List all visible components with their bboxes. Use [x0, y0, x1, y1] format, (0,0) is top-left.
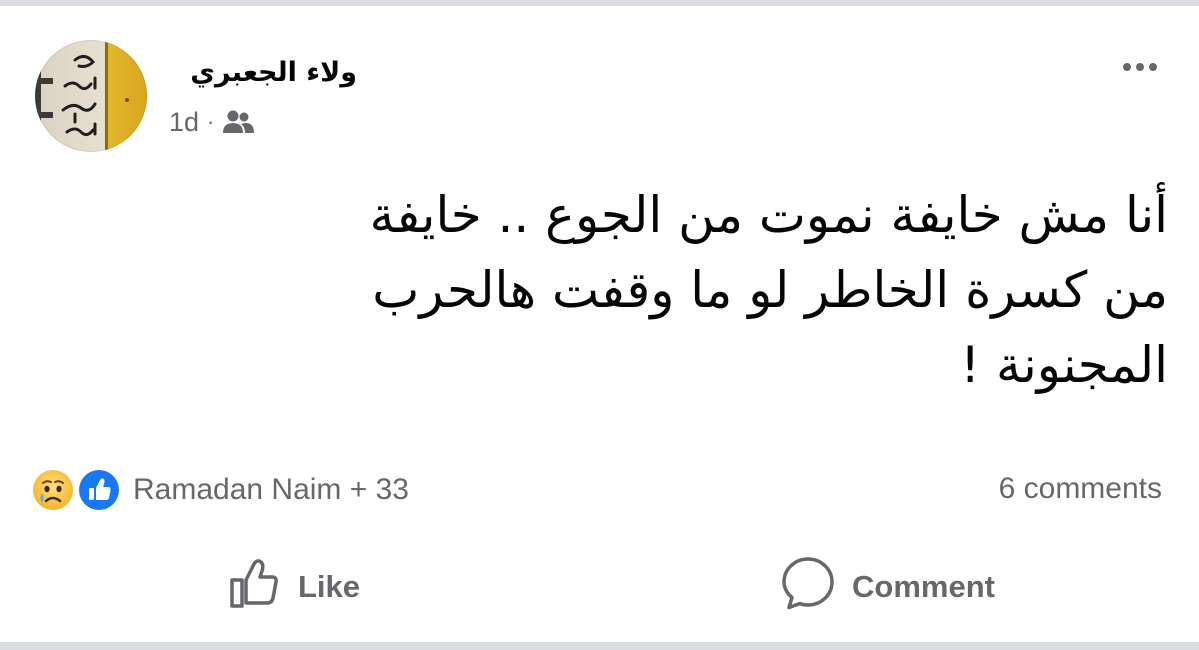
like-reaction-icon: [77, 468, 121, 512]
avatar[interactable]: [35, 40, 147, 152]
author-name[interactable]: ولاء الجعبري: [167, 56, 357, 90]
reaction-icons: [31, 466, 125, 514]
reactors-text[interactable]: Ramadan Naim + 33: [133, 473, 409, 507]
post-text: أنا مش خايفة نموت من الجوع .. خايفة من ك…: [369, 186, 1168, 394]
bottom-edge: [0, 642, 1199, 650]
like-label: Like: [298, 569, 361, 604]
thumbs-up-icon: [228, 556, 282, 618]
post-meta: 1d ·: [169, 106, 255, 138]
comment-button[interactable]: Comment: [780, 555, 995, 619]
friends-icon: [222, 109, 255, 135]
like-button[interactable]: Like: [228, 558, 360, 616]
post-timestamp[interactable]: 1d: [169, 107, 199, 138]
comment-label: Comment: [852, 569, 995, 604]
top-edge: [0, 0, 1199, 6]
sad-reaction-icon: [31, 468, 75, 512]
comments-count[interactable]: 6 comments: [999, 472, 1162, 506]
meta-separator: ·: [207, 109, 215, 134]
reaction-summary[interactable]: Ramadan Naim + 33: [31, 464, 409, 516]
avatar-graffiti-image: [35, 40, 129, 152]
speech-bubble-icon: [780, 555, 836, 619]
more-options-icon[interactable]: [1110, 52, 1170, 82]
